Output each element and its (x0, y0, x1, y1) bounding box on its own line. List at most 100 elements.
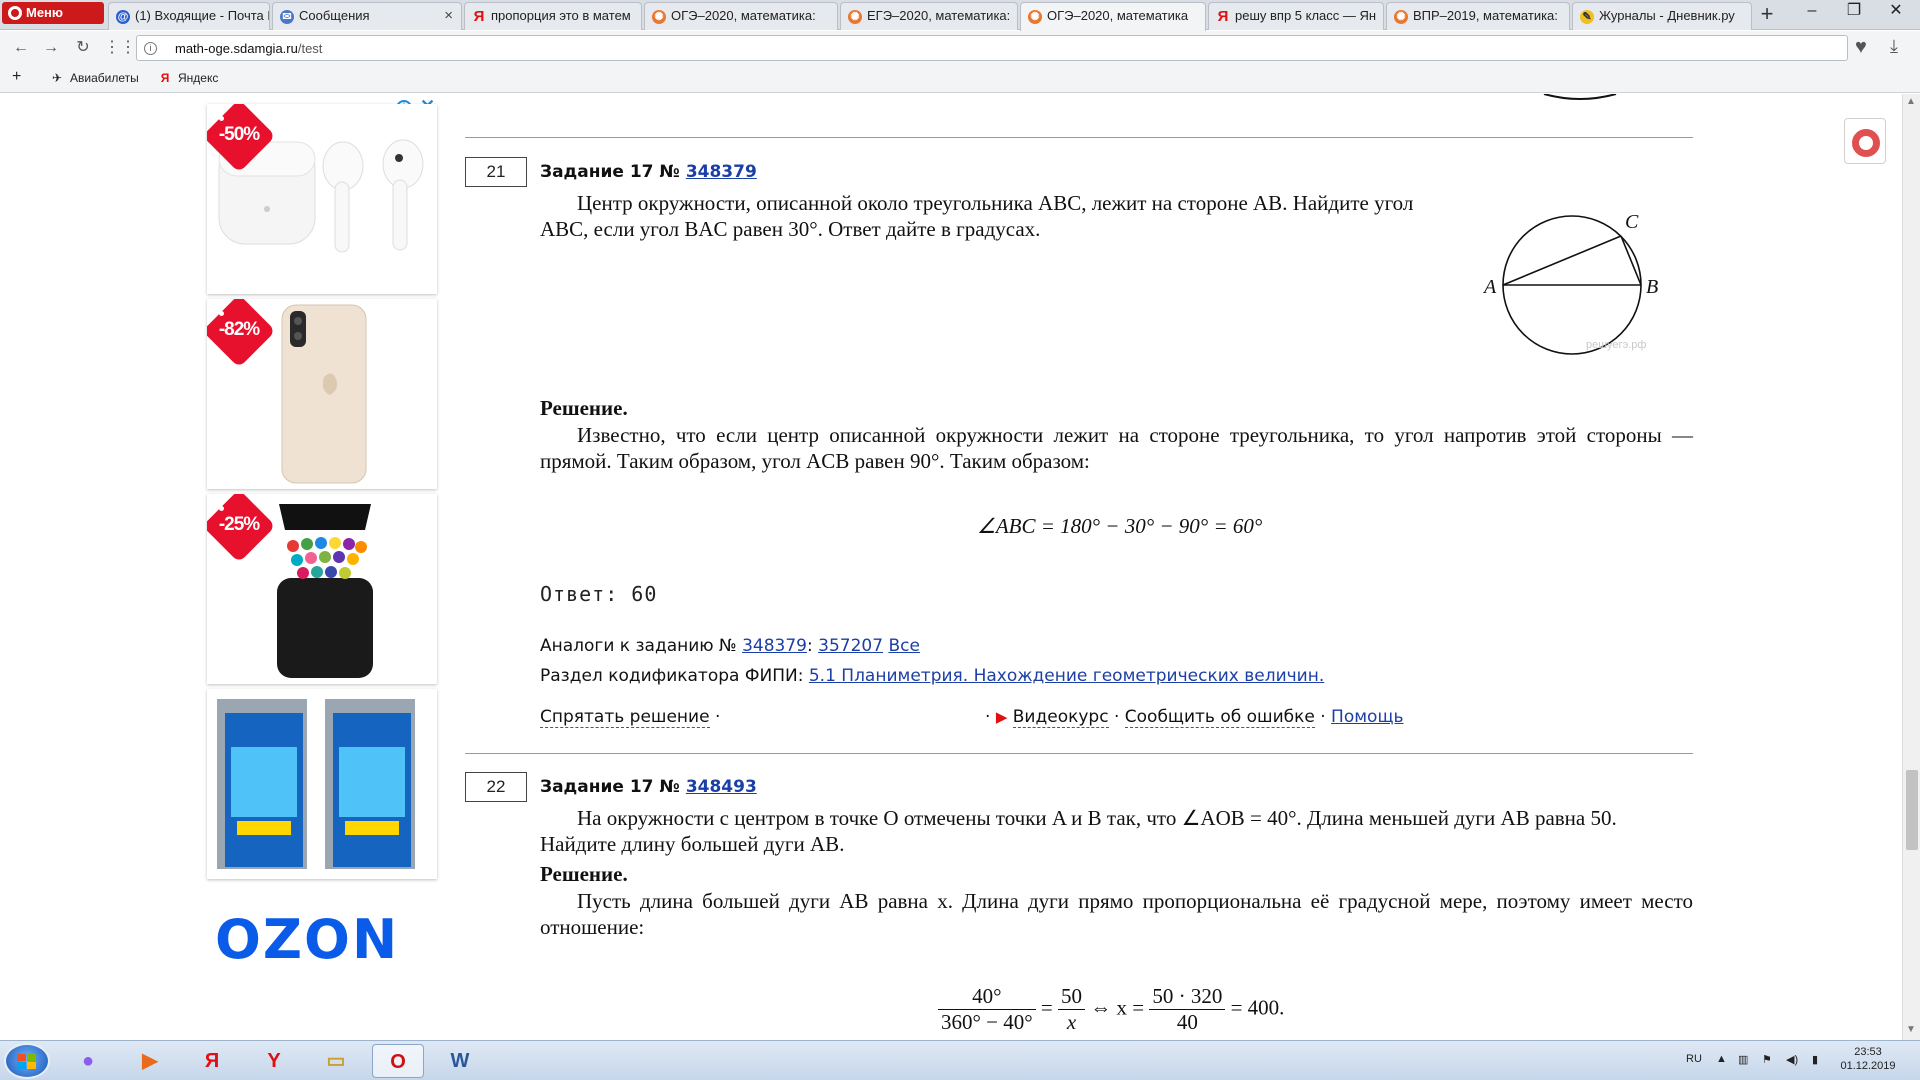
page-content: i ✕ -50% -82% (0, 94, 1902, 1040)
speed-dial-icon[interactable]: ⋮⋮ (104, 38, 136, 58)
language-indicator[interactable]: RU (1686, 1053, 1702, 1065)
ad-card-trading-cards[interactable] (207, 689, 437, 879)
bookmark-yandex[interactable]: Я Яндекс (158, 71, 219, 85)
tab-messages[interactable]: ✉ Сообщения × (272, 2, 462, 30)
windows-flag-icon (17, 1054, 37, 1070)
badge-dot (219, 506, 224, 511)
scrollbar-thumb[interactable] (1906, 770, 1918, 850)
tab-label: (1) Входящие - Почта М (135, 8, 270, 23)
bookmark-aviabilety[interactable]: ✈ Авиабилеты (50, 71, 139, 85)
tab-label: пропорция это в матем (491, 8, 631, 23)
close-icon[interactable]: × (444, 3, 453, 29)
ad-card-markers[interactable]: -25% (207, 494, 437, 684)
help-link[interactable]: Помощь (1331, 707, 1403, 727)
minimize-button[interactable]: – (1792, 0, 1832, 24)
analog-link-357207[interactable]: 357207 (818, 636, 883, 656)
download-icon[interactable]: ⤓ (1890, 36, 1898, 57)
address-bar: ← → ↻ ⋮⋮ i math-oge.sdamgia.ru/test ♥ ⤓ (0, 31, 1920, 65)
clock[interactable]: 23:53 01.12.2019 (1840, 1045, 1896, 1073)
codifier-link[interactable]: 5.1 Планиметрия. Нахождение геометрическ… (809, 666, 1324, 686)
video-course-link[interactable]: Видеокурс (1012, 707, 1109, 728)
ad-card-phone-case[interactable]: -82% (207, 299, 437, 489)
yandex-browser-icon[interactable]: Y (248, 1044, 300, 1078)
url-field[interactable]: i math-oge.sdamgia.ru/test (136, 35, 1848, 61)
reload-icon[interactable]: ↻ (72, 38, 94, 58)
tab-bar: Меню @ (1) Входящие - Почта М ✉ Сообщени… (0, 0, 1920, 31)
ozon-logo[interactable]: OZON (215, 908, 399, 971)
mail-icon: @ (116, 10, 130, 24)
maximize-button[interactable]: ❐ (1834, 0, 1874, 24)
tab-ege[interactable]: ✺ ЕГЭ–2020, математика: (840, 2, 1018, 30)
opera-icon[interactable]: O (372, 1044, 424, 1078)
media-player-icon[interactable]: ▶ (124, 1044, 176, 1078)
yandex-icon: Я (473, 8, 485, 25)
label-b: B (1646, 276, 1658, 298)
divider (465, 753, 1693, 754)
ad-card-earbuds[interactable]: -50% (207, 104, 437, 294)
page-scrollbar[interactable]: ▲ ▼ (1902, 94, 1920, 1040)
scroll-up-icon[interactable]: ▲ (1906, 96, 1916, 107)
close-window-button[interactable]: ✕ (1876, 0, 1916, 24)
start-button[interactable] (4, 1043, 50, 1079)
codifier-line: Раздел кодификатора ФИПИ: 5.1 Планиметри… (540, 666, 1325, 686)
circle-triangle-figure: A B C решуегэ.рф (1482, 211, 1658, 355)
task-actions: · ▶ Видеокурс · Сообщить об ошибке · Пом… (985, 707, 1404, 728)
tray-expand-icon[interactable]: ▲ (1716, 1053, 1727, 1065)
discount-label: -50% (218, 124, 260, 145)
explorer-icon[interactable]: ▭ (310, 1044, 362, 1078)
discount-label: -25% (218, 514, 260, 535)
label-a: A (1482, 276, 1497, 298)
sdamgia-icon: ✺ (652, 10, 666, 24)
tab-label: ЕГЭ–2020, математика: (867, 8, 1011, 23)
forward-icon[interactable]: → (40, 38, 62, 58)
word-icon[interactable]: W (434, 1044, 486, 1078)
tab-dnevnik[interactable]: ✎ Журналы - Дневник.ру (1572, 2, 1752, 30)
solution-formula: 40° 360° − 40° = 50 x ⇔ x = 50 · 320 40 = 4… (938, 984, 1284, 1035)
network-icon[interactable]: ▥ (1738, 1053, 1748, 1066)
tab-label: Журналы - Дневник.ру (1599, 8, 1735, 23)
back-icon[interactable]: ← (10, 38, 32, 58)
task-id-link[interactable]: 348493 (686, 777, 757, 797)
label-c: C (1625, 211, 1639, 233)
task-number-box: 22 (465, 772, 527, 802)
opera-menu-button[interactable]: Меню (2, 2, 104, 24)
fraction-1: 40° 360° − 40° (938, 984, 1036, 1035)
tab-label: Сообщения (299, 8, 370, 23)
flag-tray-icon[interactable]: ⚑ (1762, 1053, 1772, 1066)
tab-yandex-search[interactable]: Я пропорция это в матем (464, 2, 642, 30)
yandex-icon: Я (1217, 8, 1229, 25)
new-tab-button[interactable]: + (1754, 2, 1780, 28)
help-lifebuoy-button[interactable] (1844, 118, 1886, 164)
task-condition-line2: Найдите длину большей дуги AB. (540, 832, 845, 856)
badge-dot (219, 311, 224, 316)
tab-mail[interactable]: @ (1) Входящие - Почта М (108, 2, 270, 30)
yandex-icon[interactable]: Я (186, 1044, 238, 1078)
battery-icon[interactable]: ▮ (1812, 1053, 1818, 1066)
volume-icon[interactable]: ◀) (1786, 1053, 1798, 1066)
tab-yandex-vpr[interactable]: Я решу впр 5 класс — Ян (1208, 2, 1384, 30)
solution-title: Решение. (540, 396, 628, 420)
tab-oge-1[interactable]: ✺ ОГЭ–2020, математика: (644, 2, 838, 30)
hide-solution-link[interactable]: Спрятать решение (540, 707, 710, 728)
dnevnik-icon: ✎ (1580, 10, 1594, 24)
task-condition-line1: На окружности с центром в точке O отмече… (577, 806, 1617, 830)
sdamgia-icon: ✺ (1028, 10, 1042, 24)
tab-vpr[interactable]: ✺ ВПР–2019, математика: (1386, 2, 1570, 30)
site-info-icon[interactable]: i (144, 42, 157, 55)
badge-dot (219, 116, 224, 121)
report-error-link[interactable]: Сообщить об ошибке (1124, 707, 1315, 728)
hide-solution-row: Спрятать решение · (540, 707, 721, 728)
bookmark-heart-icon[interactable]: ♥ (1855, 36, 1867, 59)
tab-oge-active[interactable]: ✺ ОГЭ–2020, математика (1020, 2, 1206, 31)
bookmarks-bar: + ✈ Авиабилеты Я Яндекс (0, 65, 1920, 93)
solution-text: Пусть длина большей дуги AB равна x. Дли… (540, 889, 1693, 939)
solution-title: Решение. (540, 862, 628, 886)
alice-icon[interactable]: ● (62, 1044, 114, 1078)
plane-icon: ✈ (51, 71, 63, 85)
add-bookmark-icon[interactable]: + (12, 68, 21, 86)
task-id-link[interactable]: 348379 (686, 162, 757, 182)
task-condition-line2: ABC, если угол BAC равен 30°. Ответ дайт… (540, 217, 1041, 241)
analogs-all-link[interactable]: Все (888, 636, 919, 656)
analog-link-self[interactable]: 348379 (742, 636, 807, 656)
scroll-down-icon[interactable]: ▼ (1906, 1024, 1916, 1035)
